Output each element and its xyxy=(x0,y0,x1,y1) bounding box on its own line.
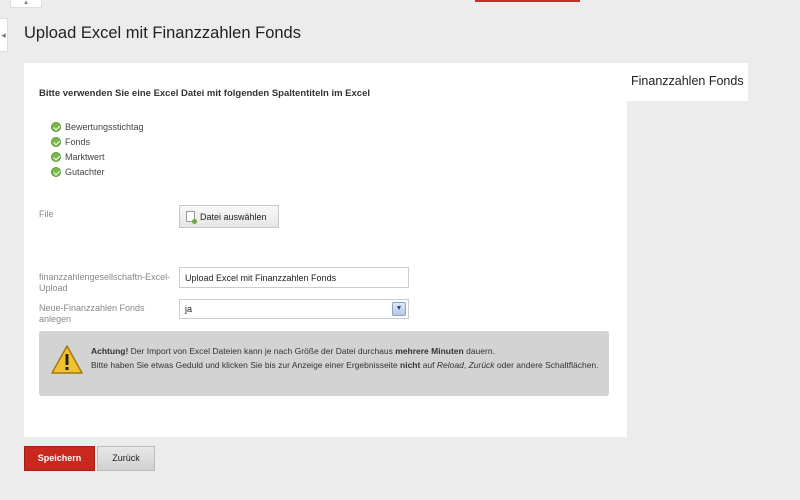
warning-emphasis: Zurück xyxy=(468,360,495,370)
check-icon xyxy=(51,121,61,132)
file-icon xyxy=(186,211,197,224)
warning-part: auf xyxy=(420,360,437,370)
side-tab-finanzzahlen[interactable]: Finanzzahlen Fonds xyxy=(622,63,748,101)
top-bar xyxy=(0,0,800,3)
save-button[interactable]: Speichern xyxy=(24,446,95,471)
collapse-icon[interactable]: ▴ xyxy=(10,0,42,8)
warning-box: Achtung! Der Import von Excel Dateien ka… xyxy=(39,331,609,396)
select-value: ja xyxy=(185,304,193,314)
check-icon xyxy=(51,136,61,147)
warning-emphasis: Reload xyxy=(436,360,464,370)
new-fonds-label: Neue-Finanzzahlen Fonds anlegen xyxy=(39,303,145,324)
list-item: Bewertungsstichtag xyxy=(51,119,144,134)
column-name: Marktwert xyxy=(65,151,105,162)
warning-part: dauern. xyxy=(463,346,495,356)
file-label: File xyxy=(39,209,54,219)
choose-file-button[interactable]: Datei auswählen xyxy=(179,205,279,228)
warning-icon xyxy=(51,345,83,374)
choose-file-label: Datei auswählen xyxy=(200,211,267,222)
warning-part: Der Import von Excel Dateien kann je nac… xyxy=(128,346,396,356)
warning-part: oder andere Schaltflächen. xyxy=(494,360,599,370)
list-item: Gutachter xyxy=(51,164,144,179)
check-icon xyxy=(51,151,61,162)
check-icon xyxy=(51,166,61,177)
warning-strong: Achtung! xyxy=(91,346,129,356)
page-title: Upload Excel mit Finanzzahlen Fonds xyxy=(24,24,301,42)
upload-field-label: finanzzahlengesellschaftn-Excel-Upload xyxy=(39,272,171,293)
column-name: Gutachter xyxy=(65,166,105,177)
column-name: Bewertungsstichtag xyxy=(65,121,144,132)
back-button[interactable]: Zurück xyxy=(97,446,155,471)
instruction-heading: Bitte verwenden Sie eine Excel Datei mit… xyxy=(39,88,371,99)
warning-strong: mehrere Minuten xyxy=(395,346,464,356)
list-item: Fonds xyxy=(51,134,144,149)
new-fonds-select[interactable]: ja ▼ xyxy=(179,299,409,319)
warning-text: Achtung! Der Import von Excel Dateien ka… xyxy=(91,344,599,372)
column-name: Fonds xyxy=(65,136,91,147)
warning-part: Bitte haben Sie etwas Geduld und klicken… xyxy=(91,360,401,370)
sidebar-toggle-icon[interactable]: ◂ xyxy=(0,18,8,52)
upload-name-input[interactable] xyxy=(179,267,409,288)
column-list: Bewertungsstichtag Fonds Marktwert Gutac… xyxy=(51,119,144,179)
warning-strong: nicht xyxy=(400,360,421,370)
list-item: Marktwert xyxy=(51,149,144,164)
chevron-down-icon[interactable]: ▼ xyxy=(392,302,406,316)
active-tab-indicator xyxy=(475,0,580,2)
